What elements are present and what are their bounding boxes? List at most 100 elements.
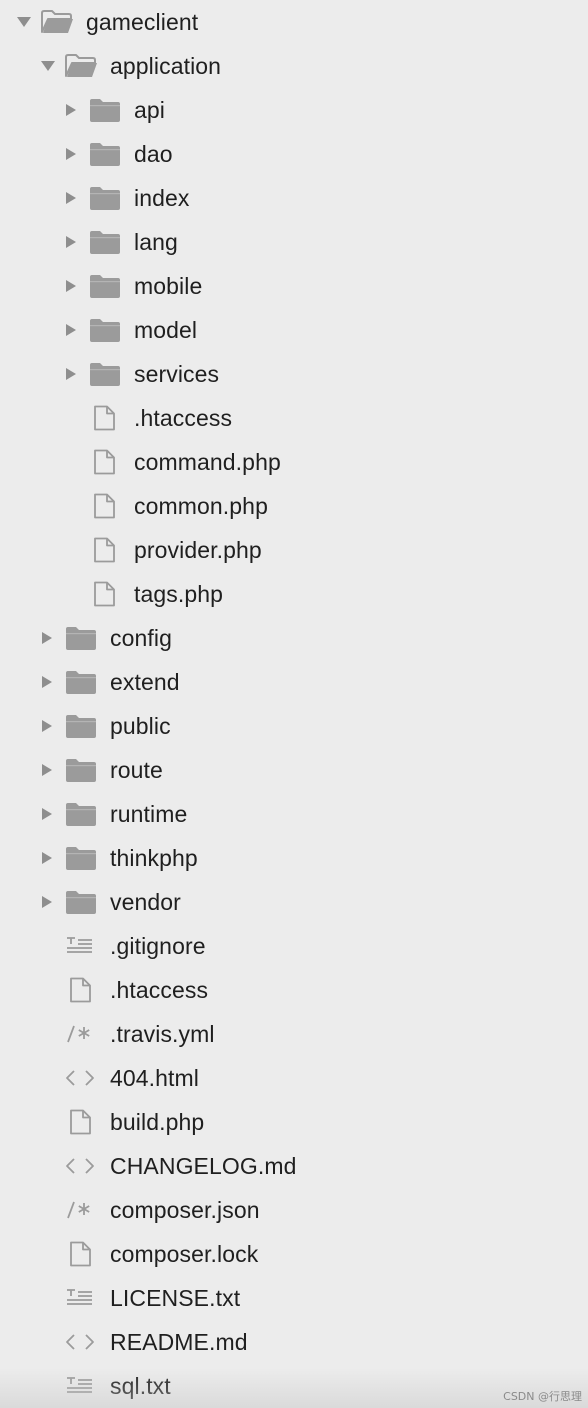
- tree-file-row[interactable]: .htaccess: [0, 396, 588, 440]
- file-icon: [64, 1241, 98, 1267]
- chevron-right-icon[interactable]: [42, 852, 52, 864]
- tree-item-label: lang: [134, 229, 178, 255]
- chevron-right-icon[interactable]: [42, 764, 52, 776]
- file-tree: gameclient application api dao index lang mobi…: [0, 0, 588, 1408]
- tree-folder-row[interactable]: api: [0, 88, 588, 132]
- tree-folder-row[interactable]: mobile: [0, 264, 588, 308]
- tree-file-row[interactable]: tags.php: [0, 572, 588, 616]
- chevron-right-icon[interactable]: [66, 192, 76, 204]
- chevron-right-icon[interactable]: [66, 104, 76, 116]
- file-icon: [88, 449, 122, 475]
- tree-item-label: model: [134, 317, 198, 343]
- tree-file-row[interactable]: LICENSE.txt: [0, 1276, 588, 1320]
- folder-icon: [88, 97, 122, 123]
- text-lines-icon: [64, 933, 98, 959]
- folder-icon: [64, 625, 98, 651]
- tree-folder-row[interactable]: gameclient: [0, 0, 588, 44]
- tree-folder-row[interactable]: services: [0, 352, 588, 396]
- tree-item-label: vendor: [110, 889, 181, 915]
- folder-icon: [88, 141, 122, 167]
- tree-folder-row[interactable]: config: [0, 616, 588, 660]
- chevron-right-icon[interactable]: [42, 632, 52, 644]
- chevron-down-icon[interactable]: [41, 61, 55, 71]
- folder-icon: [64, 801, 98, 827]
- tree-file-row[interactable]: .travis.yml: [0, 1012, 588, 1056]
- tree-file-row[interactable]: .gitignore: [0, 924, 588, 968]
- chevron-right-icon[interactable]: [42, 896, 52, 908]
- file-icon: [88, 581, 122, 607]
- tree-item-label: composer.json: [110, 1197, 260, 1223]
- tree-folder-row[interactable]: model: [0, 308, 588, 352]
- tree-item-label: index: [134, 185, 190, 211]
- tree-item-label: application: [110, 53, 222, 79]
- chevron-right-icon[interactable]: [42, 808, 52, 820]
- tree-folder-row[interactable]: public: [0, 704, 588, 748]
- comment-code-icon: [64, 1021, 98, 1047]
- tree-folder-row[interactable]: thinkphp: [0, 836, 588, 880]
- tree-file-row[interactable]: provider.php: [0, 528, 588, 572]
- folder-open-icon: [40, 9, 74, 35]
- chevron-right-icon[interactable]: [42, 720, 52, 732]
- watermark: CSDN @行思理: [503, 1390, 582, 1403]
- folder-icon: [88, 317, 122, 343]
- chevron-right-icon[interactable]: [66, 148, 76, 160]
- tree-item-label: .gitignore: [110, 933, 206, 959]
- chevron-right-icon[interactable]: [66, 368, 76, 380]
- tree-folder-row[interactable]: lang: [0, 220, 588, 264]
- folder-icon: [64, 757, 98, 783]
- tree-item-label: .htaccess: [134, 405, 233, 431]
- tree-folder-row[interactable]: route: [0, 748, 588, 792]
- code-brackets-icon: [64, 1329, 98, 1355]
- folder-icon: [64, 713, 98, 739]
- chevron-right-icon[interactable]: [66, 280, 76, 292]
- tree-item-label: composer.lock: [110, 1241, 259, 1267]
- file-icon: [88, 537, 122, 563]
- tree-item-label: provider.php: [134, 537, 262, 563]
- file-icon: [88, 405, 122, 431]
- chevron-down-icon[interactable]: [17, 17, 31, 27]
- tree-item-label: thinkphp: [110, 845, 198, 871]
- tree-item-label: api: [134, 97, 165, 123]
- tree-file-row[interactable]: command.php: [0, 440, 588, 484]
- text-lines-icon: [64, 1373, 98, 1399]
- tree-folder-row[interactable]: vendor: [0, 880, 588, 924]
- tree-item-label: extend: [110, 669, 180, 695]
- tree-item-label: runtime: [110, 801, 188, 827]
- tree-item-label: public: [110, 713, 171, 739]
- file-icon: [64, 1109, 98, 1135]
- tree-file-row[interactable]: composer.lock: [0, 1232, 588, 1276]
- tree-file-row[interactable]: 404.html: [0, 1056, 588, 1100]
- folder-icon: [88, 361, 122, 387]
- folder-icon: [88, 185, 122, 211]
- tree-item-label: common.php: [134, 493, 268, 519]
- tree-folder-row[interactable]: application: [0, 44, 588, 88]
- tree-item-label: CHANGELOG.md: [110, 1153, 297, 1179]
- tree-folder-row[interactable]: runtime: [0, 792, 588, 836]
- tree-file-row[interactable]: CHANGELOG.md: [0, 1144, 588, 1188]
- tree-item-label: 404.html: [110, 1065, 200, 1091]
- chevron-right-icon[interactable]: [42, 676, 52, 688]
- tree-item-label: route: [110, 757, 163, 783]
- tree-file-row[interactable]: composer.json: [0, 1188, 588, 1232]
- chevron-right-icon[interactable]: [66, 324, 76, 336]
- tree-item-label: mobile: [134, 273, 203, 299]
- tree-file-row[interactable]: README.md: [0, 1320, 588, 1364]
- folder-icon: [88, 273, 122, 299]
- chevron-right-icon[interactable]: [66, 236, 76, 248]
- tree-folder-row[interactable]: dao: [0, 132, 588, 176]
- file-icon: [88, 493, 122, 519]
- tree-file-row[interactable]: common.php: [0, 484, 588, 528]
- tree-folder-row[interactable]: extend: [0, 660, 588, 704]
- tree-item-label: services: [134, 361, 220, 387]
- tree-file-row[interactable]: sql.txt: [0, 1364, 588, 1408]
- tree-file-row[interactable]: build.php: [0, 1100, 588, 1144]
- tree-item-label: gameclient: [86, 9, 199, 35]
- folder-icon: [64, 889, 98, 915]
- tree-item-label: README.md: [110, 1329, 248, 1355]
- tree-item-label: sql.txt: [110, 1373, 171, 1399]
- text-lines-icon: [64, 1285, 98, 1311]
- folder-icon: [64, 669, 98, 695]
- tree-item-label: build.php: [110, 1109, 205, 1135]
- tree-file-row[interactable]: .htaccess: [0, 968, 588, 1012]
- tree-folder-row[interactable]: index: [0, 176, 588, 220]
